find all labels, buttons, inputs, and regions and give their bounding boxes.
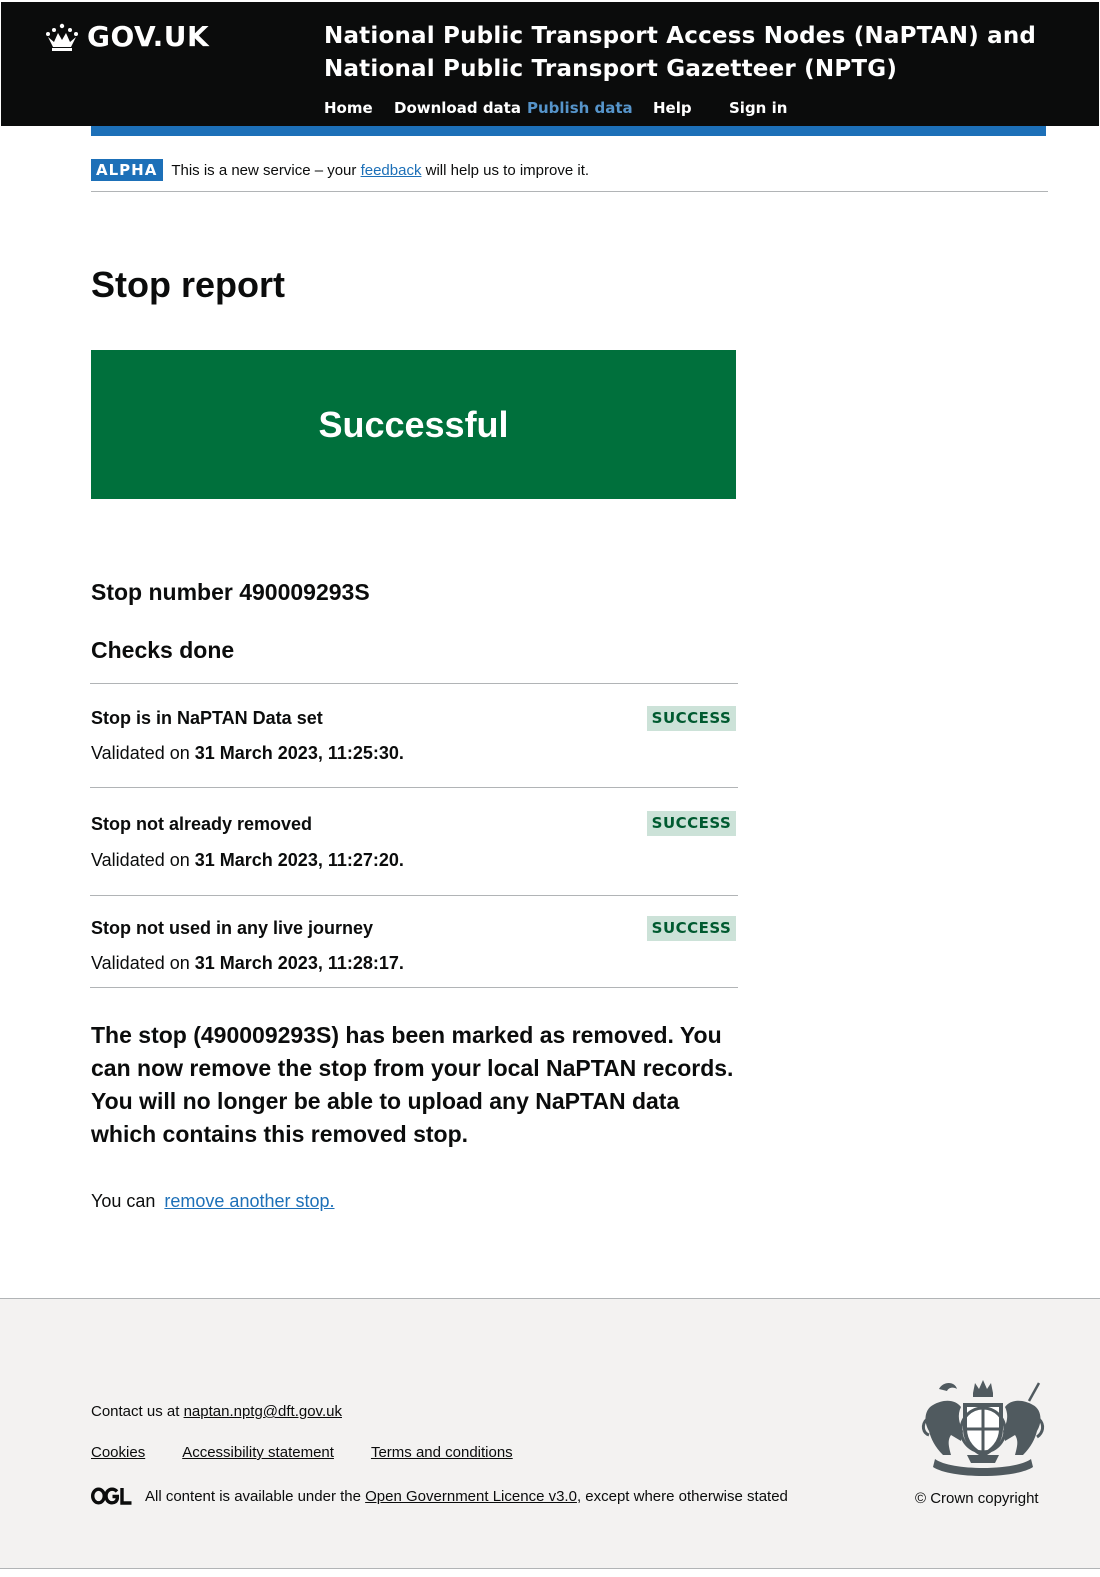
phase-banner: ALPHA This is a new service – your feedb… bbox=[91, 159, 1048, 192]
header-accent-bar bbox=[91, 126, 1046, 136]
validated-date: 31 March 2023, 11:25:30. bbox=[194, 743, 404, 763]
bottom-divider bbox=[0, 1568, 1100, 1569]
validated-prefix: Validated on bbox=[91, 743, 195, 763]
validated-date: 31 March 2023, 11:27:20. bbox=[194, 850, 404, 870]
footer-link-accessibility[interactable]: Accessibility statement bbox=[182, 1444, 334, 1461]
nav-publish-data[interactable]: Publish data bbox=[527, 99, 653, 117]
open-government-licence-link[interactable]: Open Government Licence v3.0 bbox=[365, 1488, 577, 1505]
remove-another-text: You can remove another stop. bbox=[91, 1191, 335, 1212]
licence-prefix: All content is available under the bbox=[145, 1487, 366, 1505]
alpha-tag: ALPHA bbox=[91, 159, 164, 181]
phase-banner-text: This is a new service – your feedback wi… bbox=[171, 159, 589, 183]
footer-link-terms[interactable]: Terms and conditions bbox=[371, 1444, 513, 1461]
footer-links: Cookies Accessibility statement Terms an… bbox=[91, 1444, 550, 1461]
panel-title: Successful bbox=[318, 403, 509, 445]
status-tag: SUCCESS bbox=[647, 811, 736, 836]
phase-text-after: will help us to improve it. bbox=[421, 162, 590, 179]
nav-help[interactable]: Help bbox=[653, 99, 729, 117]
removed-message: The stop (490009293S) has been marked as… bbox=[91, 1022, 734, 1147]
ogl-logo bbox=[91, 1487, 132, 1505]
stop-number-heading: Stop number 490009293S bbox=[91, 579, 370, 605]
check-name: Stop not used in any live journey bbox=[91, 918, 374, 938]
checks-list: Stop is in NaPTAN Data set SUCCESS Valid… bbox=[90, 683, 738, 988]
page-title: Stop report bbox=[91, 264, 285, 305]
crown-icon bbox=[46, 23, 78, 51]
remove-another-stop-link[interactable]: remove another stop. bbox=[164, 1191, 334, 1211]
footer-licence: All content is available under the Open … bbox=[91, 1487, 788, 1505]
validated-date: 31 March 2023, 11:28:17. bbox=[194, 953, 404, 973]
contact-prefix: Contact us at bbox=[91, 1403, 184, 1420]
remove-another-prefix: You can bbox=[91, 1191, 161, 1211]
site-header: GOV.UK National Public Transport Access … bbox=[1, 2, 1099, 126]
check-validated: Validated on 31 March 2023, 11:25:30. bbox=[91, 743, 404, 764]
service-name-line-1: National Public Transport Access Nodes (… bbox=[324, 23, 1037, 49]
checks-heading: Checks done bbox=[91, 637, 235, 663]
govuk-logo[interactable]: GOV.UK bbox=[45, 20, 209, 53]
royal-coat-of-arms bbox=[921, 1380, 1045, 1476]
check-name: Stop is in NaPTAN Data set bbox=[91, 708, 323, 728]
check-validated: Validated on 31 March 2023, 11:27:20. bbox=[91, 850, 404, 871]
nav-download-data[interactable]: Download data bbox=[394, 99, 527, 117]
feedback-link[interactable]: feedback bbox=[361, 162, 422, 179]
validated-prefix: Validated on bbox=[91, 953, 195, 973]
service-name-line-2: National Public Transport Gazetteer (NPT… bbox=[324, 56, 898, 82]
header-navigation: Home Download data Publish data Help Sig… bbox=[324, 99, 787, 117]
footer-contact: Contact us at naptan.nptg@dft.gov.uk bbox=[91, 1403, 342, 1420]
status-tag: SUCCESS bbox=[647, 916, 736, 941]
check-row: Stop not already removed SUCCESS Validat… bbox=[90, 788, 738, 896]
check-validated: Validated on 31 March 2023, 11:28:17. bbox=[91, 953, 404, 974]
contact-email-link[interactable]: naptan.nptg@dft.gov.uk bbox=[184, 1403, 342, 1420]
footer-link-cookies[interactable]: Cookies bbox=[91, 1444, 145, 1461]
licence-text: All content is available under the Open … bbox=[145, 1488, 788, 1505]
crown-copyright-link[interactable]: © Crown copyright bbox=[915, 1490, 1039, 1507]
nav-home[interactable]: Home bbox=[324, 99, 394, 117]
service-name[interactable]: National Public Transport Access Nodes (… bbox=[324, 20, 1036, 86]
check-name: Stop not already removed bbox=[91, 814, 313, 834]
success-panel: Successful bbox=[91, 350, 736, 499]
logo-text: GOV.UK bbox=[87, 20, 210, 53]
status-tag: SUCCESS bbox=[647, 706, 736, 731]
validated-prefix: Validated on bbox=[91, 850, 195, 870]
nav-sign-in[interactable]: Sign in bbox=[729, 99, 787, 117]
check-row: Stop not used in any live journey SUCCES… bbox=[90, 896, 738, 988]
site-footer: Contact us at naptan.nptg@dft.gov.uk Coo… bbox=[0, 1298, 1100, 1569]
phase-text-before: This is a new service – your bbox=[171, 162, 361, 179]
licence-suffix: , except where otherwise stated bbox=[576, 1487, 788, 1505]
check-row: Stop is in NaPTAN Data set SUCCESS Valid… bbox=[90, 684, 738, 788]
